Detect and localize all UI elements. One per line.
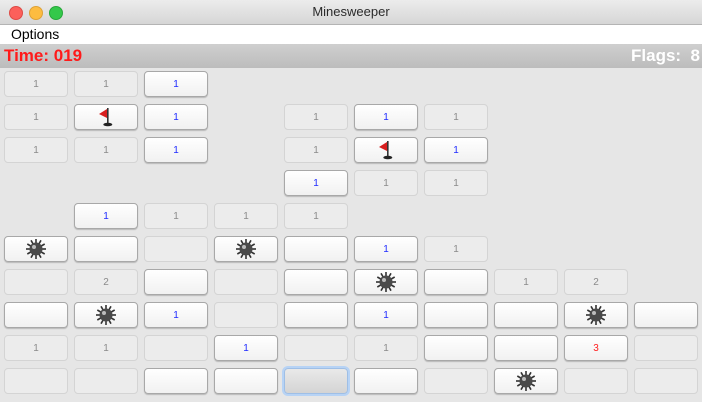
number-cell[interactable]: 1 [284,104,348,130]
empty-cell[interactable] [634,335,698,361]
status-bar: Time: 019 Flags: 8 [0,44,702,68]
unrevealed-cell[interactable] [494,335,558,361]
number-cell[interactable]: 1 [144,104,208,130]
unrevealed-cell[interactable] [284,236,348,262]
number-cell[interactable]: 1 [74,203,138,229]
unrevealed-cell[interactable] [214,368,278,394]
mine-cell[interactable] [4,236,68,262]
number-cell[interactable]: 1 [214,203,278,229]
window-title: Minesweeper [312,4,390,19]
number-cell[interactable]: 1 [4,104,68,130]
unrevealed-cell[interactable] [4,302,68,328]
empty-cell[interactable] [74,368,138,394]
number-cell[interactable]: 1 [144,302,208,328]
menu-bar: Options [0,25,702,44]
unrevealed-cell[interactable] [74,236,138,262]
mine-icon [26,239,46,259]
number-cell[interactable]: 3 [564,335,628,361]
flags-counter: Flags: 8 [631,46,700,65]
number-cell[interactable]: 1 [144,203,208,229]
number-cell[interactable]: 1 [4,335,68,361]
number-cell[interactable]: 1 [74,71,138,97]
number-cell[interactable]: 1 [74,137,138,163]
unrevealed-cell[interactable] [144,368,208,394]
empty-cell[interactable] [144,335,208,361]
mine-icon [376,272,396,292]
empty-cell[interactable] [214,269,278,295]
mine-icon [236,239,256,259]
mine-icon [96,305,116,325]
unrevealed-cell[interactable] [284,368,348,394]
mine-icon [516,371,536,391]
number-cell[interactable]: 1 [74,335,138,361]
flagged-cell[interactable] [74,104,138,130]
number-cell[interactable]: 2 [74,269,138,295]
flag-icon [379,141,393,160]
unrevealed-cell[interactable] [424,269,488,295]
number-cell[interactable]: 1 [284,170,348,196]
unrevealed-cell[interactable] [144,269,208,295]
mine-cell[interactable] [354,269,418,295]
mine-cell[interactable] [494,368,558,394]
empty-cell[interactable] [424,368,488,394]
minefield-board: 11111111111111111111112121111113 [0,68,702,402]
flag-icon [99,108,113,127]
menu-options[interactable]: Options [11,26,59,42]
number-cell[interactable]: 1 [494,269,558,295]
empty-cell[interactable] [144,236,208,262]
number-cell[interactable]: 1 [214,335,278,361]
number-cell[interactable]: 1 [354,302,418,328]
number-cell[interactable]: 1 [284,137,348,163]
empty-cell[interactable] [4,269,68,295]
number-cell[interactable]: 2 [564,269,628,295]
unrevealed-cell[interactable] [424,302,488,328]
empty-cell[interactable] [634,368,698,394]
number-cell[interactable]: 1 [354,236,418,262]
number-cell[interactable]: 1 [284,203,348,229]
flagged-cell[interactable] [354,137,418,163]
number-cell[interactable]: 1 [424,137,488,163]
number-cell[interactable]: 1 [354,170,418,196]
number-cell[interactable]: 1 [354,104,418,130]
mine-cell[interactable] [564,302,628,328]
time-counter: Time: 019 [4,46,83,65]
unrevealed-cell[interactable] [634,302,698,328]
unrevealed-cell[interactable] [494,302,558,328]
empty-cell[interactable] [4,368,68,394]
unrevealed-cell[interactable] [284,302,348,328]
number-cell[interactable]: 1 [424,104,488,130]
mine-cell[interactable] [74,302,138,328]
number-cell[interactable]: 1 [424,236,488,262]
unrevealed-cell[interactable] [424,335,488,361]
empty-cell[interactable] [284,335,348,361]
number-cell[interactable]: 1 [424,170,488,196]
number-cell[interactable]: 1 [354,335,418,361]
title-bar: Minesweeper [0,0,702,25]
number-cell[interactable]: 1 [144,71,208,97]
mine-icon [586,305,606,325]
unrevealed-cell[interactable] [284,269,348,295]
mine-cell[interactable] [214,236,278,262]
empty-cell[interactable] [214,302,278,328]
number-cell[interactable]: 1 [4,137,68,163]
empty-cell[interactable] [564,368,628,394]
number-cell[interactable]: 1 [144,137,208,163]
unrevealed-cell[interactable] [354,368,418,394]
number-cell[interactable]: 1 [4,71,68,97]
